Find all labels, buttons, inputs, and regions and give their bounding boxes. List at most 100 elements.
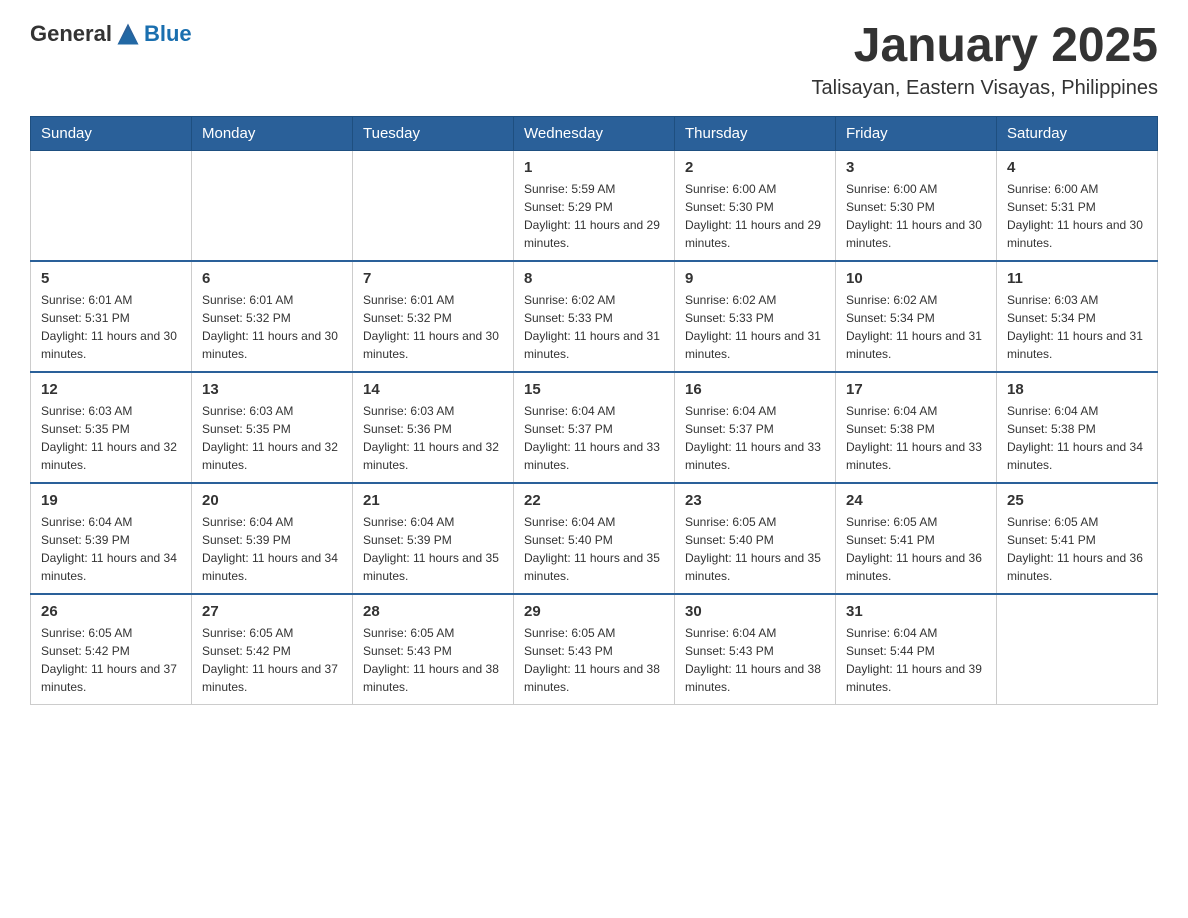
day-info: Sunrise: 6:01 AMSunset: 5:31 PMDaylight:…: [41, 291, 181, 363]
calendar-cell: 24Sunrise: 6:05 AMSunset: 5:41 PMDayligh…: [836, 483, 997, 594]
calendar-cell: 14 Sunrise: 6:03 AMSunset: 5:36 PMDayligh…: [353, 372, 514, 483]
day-number: 2: [685, 159, 825, 176]
calendar-cell: 15 Sunrise: 6:04 AMSunset: 5:37 PMDayligh…: [514, 372, 675, 483]
day-number: 3: [846, 159, 986, 176]
day-of-week-header: Monday: [192, 116, 353, 150]
calendar-cell: 31 Sunrise: 6:04 AMSunset: 5:44 PMDayligh…: [836, 594, 997, 705]
calendar-cell: 26 Sunrise: 6:05 AMSunset: 5:42 PMDayligh…: [31, 594, 192, 705]
logo-icon: [114, 20, 142, 48]
calendar-cell: 30 Sunrise: 6:04 AMSunset: 5:43 PMDayligh…: [675, 594, 836, 705]
calendar-cell: 2 Sunrise: 6:00 AMSunset: 5:30 PMDaylight…: [675, 150, 836, 261]
calendar-cell: 25 Sunrise: 6:05 AMSunset: 5:41 PMDayligh…: [997, 483, 1158, 594]
calendar-cell: 16Sunrise: 6:04 AMSunset: 5:37 PMDayligh…: [675, 372, 836, 483]
day-info: Sunrise: 6:04 AMSunset: 5:37 PMDaylight:…: [524, 402, 664, 474]
calendar-cell: 7 Sunrise: 6:01 AMSunset: 5:32 PMDaylight…: [353, 261, 514, 372]
day-info: Sunrise: 6:03 AMSunset: 5:36 PMDaylight:…: [363, 402, 503, 474]
calendar-cell: [31, 150, 192, 261]
day-info: Sunrise: 6:04 AMSunset: 5:39 PMDaylight:…: [363, 513, 503, 585]
day-number: 27: [202, 603, 342, 620]
calendar-cell: 20 Sunrise: 6:04 AMSunset: 5:39 PMDayligh…: [192, 483, 353, 594]
calendar-cell: 19Sunrise: 6:04 AMSunset: 5:39 PMDayligh…: [31, 483, 192, 594]
calendar-cell: 9Sunrise: 6:02 AMSunset: 5:33 PMDaylight…: [675, 261, 836, 372]
day-number: 19: [41, 492, 181, 509]
day-info: Sunrise: 6:03 AMSunset: 5:35 PMDaylight:…: [202, 402, 342, 474]
location-text: Talisayan, Eastern Visayas, Philippines: [812, 77, 1158, 100]
day-info: Sunrise: 6:02 AMSunset: 5:33 PMDaylight:…: [524, 291, 664, 363]
day-number: 31: [846, 603, 986, 620]
day-of-week-header: Sunday: [31, 116, 192, 150]
month-title: January 2025: [812, 20, 1158, 73]
calendar-cell: [997, 594, 1158, 705]
day-of-week-header: Saturday: [997, 116, 1158, 150]
day-info: Sunrise: 6:04 AMSunset: 5:44 PMDaylight:…: [846, 624, 986, 696]
logo[interactable]: General Blue: [30, 20, 192, 48]
day-info: Sunrise: 6:04 AMSunset: 5:40 PMDaylight:…: [524, 513, 664, 585]
day-number: 26: [41, 603, 181, 620]
day-info: Sunrise: 6:04 AMSunset: 5:43 PMDaylight:…: [685, 624, 825, 696]
day-number: 13: [202, 381, 342, 398]
calendar-cell: 27 Sunrise: 6:05 AMSunset: 5:42 PMDayligh…: [192, 594, 353, 705]
day-info: Sunrise: 6:04 AMSunset: 5:39 PMDaylight:…: [202, 513, 342, 585]
calendar-header-row: SundayMondayTuesdayWednesdayThursdayFrid…: [31, 116, 1158, 150]
day-number: 14: [363, 381, 503, 398]
day-number: 5: [41, 270, 181, 287]
calendar-cell: 23 Sunrise: 6:05 AMSunset: 5:40 PMDayligh…: [675, 483, 836, 594]
calendar-cell: 28Sunrise: 6:05 AMSunset: 5:43 PMDayligh…: [353, 594, 514, 705]
calendar-cell: 6Sunrise: 6:01 AMSunset: 5:32 PMDaylight…: [192, 261, 353, 372]
calendar-table: SundayMondayTuesdayWednesdayThursdayFrid…: [30, 116, 1158, 705]
day-number: 6: [202, 270, 342, 287]
day-info: Sunrise: 5:59 AMSunset: 5:29 PMDaylight:…: [524, 180, 664, 252]
day-number: 1: [524, 159, 664, 176]
calendar-cell: 12Sunrise: 6:03 AMSunset: 5:35 PMDayligh…: [31, 372, 192, 483]
calendar-cell: 5 Sunrise: 6:01 AMSunset: 5:31 PMDaylight…: [31, 261, 192, 372]
day-number: 15: [524, 381, 664, 398]
day-number: 7: [363, 270, 503, 287]
day-number: 10: [846, 270, 986, 287]
day-number: 16: [685, 381, 825, 398]
day-number: 12: [41, 381, 181, 398]
calendar-cell: 18 Sunrise: 6:04 AMSunset: 5:38 PMDayligh…: [997, 372, 1158, 483]
calendar-cell: 8 Sunrise: 6:02 AMSunset: 5:33 PMDaylight…: [514, 261, 675, 372]
day-number: 8: [524, 270, 664, 287]
calendar-cell: 1 Sunrise: 5:59 AMSunset: 5:29 PMDaylight…: [514, 150, 675, 261]
day-info: Sunrise: 6:03 AMSunset: 5:34 PMDaylight:…: [1007, 291, 1147, 363]
calendar-cell: 17 Sunrise: 6:04 AMSunset: 5:38 PMDayligh…: [836, 372, 997, 483]
day-info: Sunrise: 6:05 AMSunset: 5:41 PMDaylight:…: [1007, 513, 1147, 585]
title-area: January 2025 Talisayan, Eastern Visayas,…: [812, 20, 1158, 100]
day-of-week-header: Thursday: [675, 116, 836, 150]
day-info: Sunrise: 6:05 AMSunset: 5:41 PMDaylight:…: [846, 513, 986, 585]
day-info: Sunrise: 6:04 AMSunset: 5:38 PMDaylight:…: [1007, 402, 1147, 474]
day-info: Sunrise: 6:05 AMSunset: 5:42 PMDaylight:…: [202, 624, 342, 696]
calendar-week-row: 26 Sunrise: 6:05 AMSunset: 5:42 PMDayligh…: [31, 594, 1158, 705]
calendar-cell: [353, 150, 514, 261]
calendar-cell: 11 Sunrise: 6:03 AMSunset: 5:34 PMDayligh…: [997, 261, 1158, 372]
day-info: Sunrise: 6:02 AMSunset: 5:34 PMDaylight:…: [846, 291, 986, 363]
calendar-cell: 10 Sunrise: 6:02 AMSunset: 5:34 PMDayligh…: [836, 261, 997, 372]
calendar-cell: [192, 150, 353, 261]
day-number: 11: [1007, 270, 1147, 287]
day-info: Sunrise: 6:01 AMSunset: 5:32 PMDaylight:…: [363, 291, 503, 363]
day-of-week-header: Tuesday: [353, 116, 514, 150]
calendar-week-row: 1 Sunrise: 5:59 AMSunset: 5:29 PMDaylight…: [31, 150, 1158, 261]
day-number: 25: [1007, 492, 1147, 509]
day-info: Sunrise: 6:05 AMSunset: 5:42 PMDaylight:…: [41, 624, 181, 696]
day-info: Sunrise: 6:00 AMSunset: 5:30 PMDaylight:…: [685, 180, 825, 252]
calendar-week-row: 12 Sunrise: 6:03 AMSunset: 5:35 PMDayligh…: [31, 372, 1158, 483]
day-number: 20: [202, 492, 342, 509]
logo-text-general: General: [30, 21, 112, 47]
day-of-week-header: Wednesday: [514, 116, 675, 150]
day-number: 18: [1007, 381, 1147, 398]
day-number: 21: [363, 492, 503, 509]
day-number: 17: [846, 381, 986, 398]
day-number: 30: [685, 603, 825, 620]
calendar-cell: 22 Sunrise: 6:04 AMSunset: 5:40 PMDayligh…: [514, 483, 675, 594]
calendar-cell: 13 Sunrise: 6:03 AMSunset: 5:35 PMDayligh…: [192, 372, 353, 483]
day-number: 9: [685, 270, 825, 287]
day-number: 23: [685, 492, 825, 509]
day-number: 22: [524, 492, 664, 509]
day-number: 4: [1007, 159, 1147, 176]
day-info: Sunrise: 6:04 AMSunset: 5:38 PMDaylight:…: [846, 402, 986, 474]
calendar-cell: 21 Sunrise: 6:04 AMSunset: 5:39 PMDayligh…: [353, 483, 514, 594]
calendar-cell: 3Sunrise: 6:00 AMSunset: 5:30 PMDaylight…: [836, 150, 997, 261]
day-info: Sunrise: 6:05 AMSunset: 5:40 PMDaylight:…: [685, 513, 825, 585]
